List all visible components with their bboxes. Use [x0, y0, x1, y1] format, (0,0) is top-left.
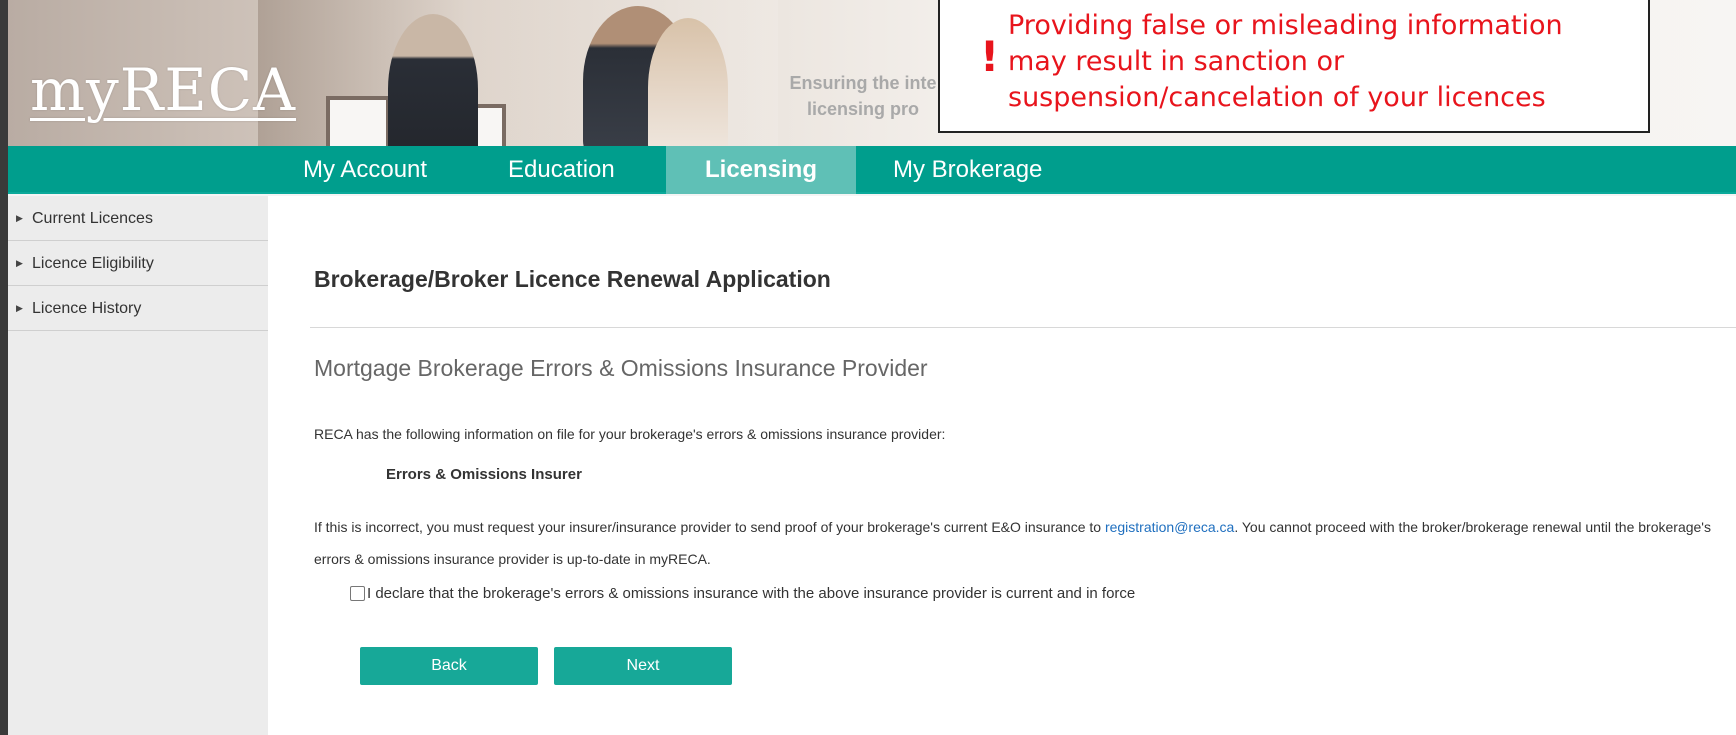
caret-right-icon: ▶: [16, 213, 23, 223]
main-nav: My Account Education Licensing My Broker…: [8, 146, 1736, 194]
sidebar-item-licence-history[interactable]: ▶ Licence History: [8, 286, 268, 331]
nav-item-my-brokerage[interactable]: My Brokerage: [893, 146, 1042, 194]
warning-message: Providing false or misleading informatio…: [1008, 10, 1563, 113]
incorrect-info-text: If this is incorrect, you must request y…: [314, 511, 1734, 575]
nav-item-licensing[interactable]: Licensing: [666, 146, 856, 194]
nav-item-my-account[interactable]: My Account: [303, 146, 427, 194]
section-title: Mortgage Brokerage Errors & Omissions In…: [314, 355, 928, 381]
app-frame: myRECA Ensuring the inte licensing pro !…: [8, 0, 1736, 735]
banner-window-decor: [326, 96, 390, 146]
sidebar-item-licence-eligibility[interactable]: ▶ Licence Eligibility: [8, 241, 268, 286]
sidebar: ▶ Current Licences ▶ Licence Eligibility…: [8, 196, 268, 735]
tagline: Ensuring the inte licensing pro: [768, 70, 958, 122]
exclamation-icon: !: [980, 32, 1000, 81]
caret-right-icon: ▶: [16, 258, 23, 268]
next-button[interactable]: Next: [554, 647, 732, 685]
tagline-line-1: Ensuring the inte: [789, 73, 937, 93]
nav-item-education[interactable]: Education: [508, 146, 615, 194]
page-title: Brokerage/Broker Licence Renewal Applica…: [314, 266, 831, 292]
caret-right-icon: ▶: [16, 303, 23, 313]
banner-person-woman: [648, 18, 728, 146]
declaration-label: I declare that the brokerage's errors & …: [367, 585, 1136, 602]
registration-email-link[interactable]: registration@reca.ca: [1105, 519, 1234, 535]
sidebar-item-current-licences[interactable]: ▶ Current Licences: [8, 196, 268, 241]
sidebar-item-label: Licence Eligibility: [32, 255, 154, 272]
back-button[interactable]: Back: [360, 647, 538, 685]
tagline-line-2: licensing pro: [806, 99, 920, 119]
divider: [310, 327, 1736, 328]
incorrect-text-before: If this is incorrect, you must request y…: [314, 519, 1102, 535]
main-content: Brokerage/Broker Licence Renewal Applica…: [268, 196, 1736, 735]
declaration-checkbox[interactable]: [350, 586, 365, 601]
sidebar-item-label: Current Licences: [32, 210, 153, 227]
myreca-logo[interactable]: myRECA: [30, 56, 296, 124]
declaration-checkbox-row[interactable]: I declare that the brokerage's errors & …: [350, 585, 1135, 602]
warning-callout: ! Providing false or misleading informat…: [938, 0, 1650, 133]
insurer-label: Errors & Omissions Insurer: [386, 466, 582, 483]
info-text: RECA has the following information on fi…: [314, 426, 946, 442]
sidebar-item-label: Licence History: [32, 300, 142, 317]
